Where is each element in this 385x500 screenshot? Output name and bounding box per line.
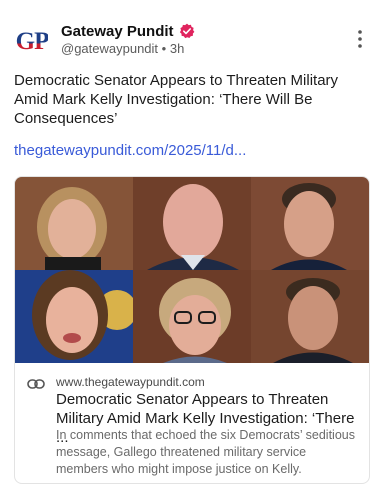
preview-photo-3 [251, 177, 369, 270]
preview-photo-1 [15, 177, 133, 270]
avatar[interactable]: GP [12, 22, 52, 62]
more-vertical-icon[interactable] [350, 28, 370, 50]
preview-photo-2 [133, 177, 251, 270]
card-domain: www.thegatewaypundit.com [56, 375, 205, 389]
handle[interactable]: @gatewaypundit [61, 41, 158, 56]
preview-image-collage[interactable] [15, 177, 369, 363]
post-meta: @gatewaypundit • 3h [61, 41, 184, 56]
meta-separator: • [161, 41, 167, 56]
post-link[interactable]: thegatewaypundit.com/2025/11/d... [14, 142, 246, 159]
link-preview-info[interactable]: www.thegatewaypundit.com Democratic Sena… [15, 363, 369, 483]
verified-badge-icon [179, 23, 195, 39]
preview-photo-5 [133, 270, 251, 363]
preview-photo-4 [15, 270, 133, 363]
account-name[interactable]: Gateway Pundit [61, 23, 174, 40]
post-card[interactable]: GP Gateway Pundit @gatewaypundit • 3h De… [0, 0, 385, 500]
avatar-logo: GP [15, 28, 50, 55]
link-preview-card[interactable]: www.thegatewaypundit.com Democratic Sena… [14, 176, 370, 484]
card-description: In comments that echoed the six Democrat… [56, 428, 355, 476]
preview-photo-6 [251, 270, 369, 363]
link-icon [27, 377, 45, 389]
account-name-row: Gateway Pundit [61, 21, 195, 41]
post-time[interactable]: 3h [170, 41, 184, 56]
post-text: Democratic Senator Appears to Threaten M… [14, 72, 339, 127]
